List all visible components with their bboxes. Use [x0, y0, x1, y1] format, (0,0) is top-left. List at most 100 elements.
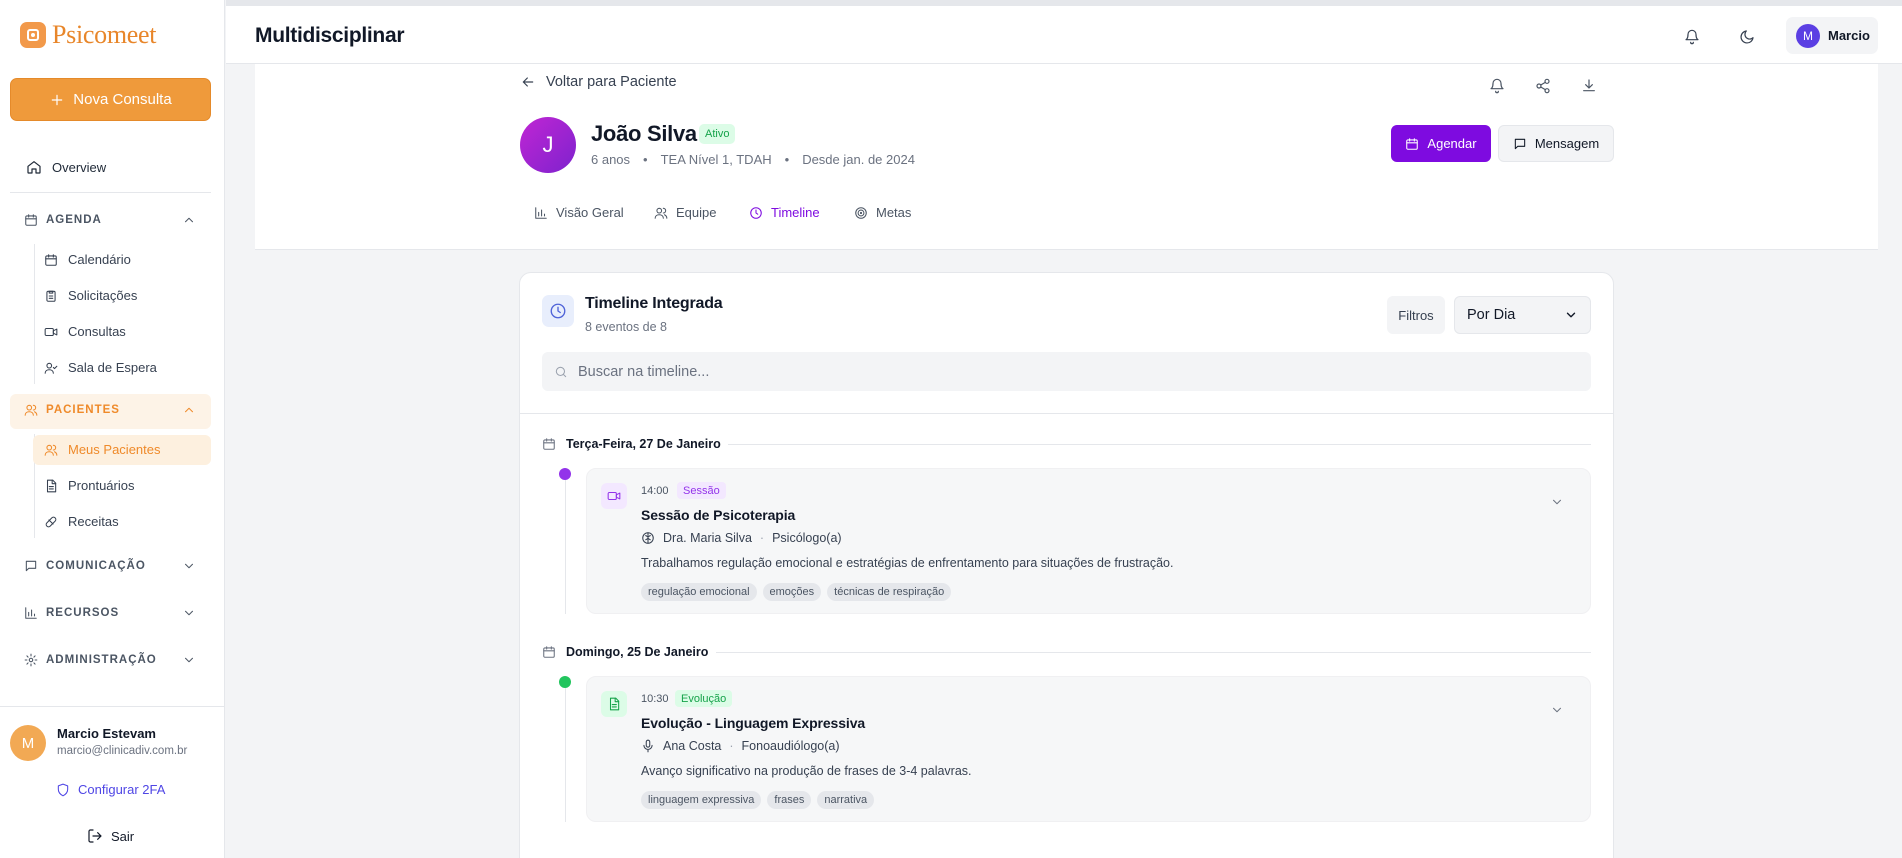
sidebar-item-calendario[interactable]: Calendário: [44, 252, 131, 267]
sidebar-item-sala-de-espera[interactable]: Sala de Espera: [44, 360, 157, 375]
share-icon: [1536, 78, 1550, 94]
timeline-event[interactable]: 10:30 Evolução Evolução - Linguagem Expr…: [586, 676, 1591, 822]
tab-timeline[interactable]: Timeline: [749, 205, 820, 220]
search-icon: [555, 366, 567, 377]
tab-label: Equipe: [676, 205, 717, 220]
gear-icon: [24, 653, 38, 667]
event-professional: Ana Costa · Fonoaudiólogo(a): [641, 739, 840, 753]
sidebar-item-label: Overview: [52, 159, 107, 175]
video-icon: [601, 483, 627, 509]
sidebar-item-label: Solicitações: [68, 288, 138, 303]
sidebar-item-prontuarios[interactable]: Prontuários: [44, 478, 134, 493]
day-header: Domingo, 25 De Janeiro: [542, 645, 708, 659]
clock-icon: [542, 295, 574, 327]
tab-label: Timeline: [771, 205, 820, 220]
message-button[interactable]: Mensagem: [1498, 125, 1614, 162]
sidebar-group-label: AGENDA: [46, 214, 102, 226]
event-type-badge: Sessão: [677, 482, 726, 499]
chevron-down-icon: [1552, 499, 1562, 505]
tab-equipe[interactable]: Equipe: [654, 205, 716, 220]
chevron-down-icon: [184, 563, 194, 569]
sidebar-item-meus-pacientes[interactable]: Meus Pacientes: [44, 442, 161, 457]
back-label: Voltar para Paciente: [546, 74, 677, 90]
configure-2fa-link[interactable]: Configurar 2FA: [56, 782, 165, 797]
tree-line: [34, 244, 35, 384]
patient-since: Desde jan. de 2024: [802, 152, 915, 167]
home-icon: [27, 161, 41, 174]
calendar-icon: [25, 214, 37, 226]
bell-icon: [1490, 78, 1504, 94]
sidebar-item-consultas[interactable]: Consultas: [44, 324, 126, 339]
day-header: Terça-Feira, 27 De Janeiro: [542, 437, 721, 451]
shield-icon: [57, 783, 69, 796]
sidebar-item-label: Consultas: [68, 324, 126, 339]
sidebar-group-administracao[interactable]: ADMINISTRAÇÃO: [24, 653, 196, 667]
meta-separator: ·: [759, 531, 765, 545]
notifications-button[interactable]: [1676, 21, 1708, 53]
chevron-up-icon: [184, 407, 194, 413]
tab-visao-geral[interactable]: Visão Geral: [534, 205, 624, 220]
sidebar-user: M Marcio Estevam marcio@clinicadiv.com.b…: [0, 706, 225, 858]
sidebar-group-recursos[interactable]: RECURSOS: [24, 606, 196, 620]
patient-diagnosis: TEA Nível 1, TDAH: [660, 152, 772, 167]
day-divider: [728, 444, 1591, 445]
logout-button[interactable]: Sair: [87, 828, 134, 844]
moon-icon: [1740, 30, 1754, 44]
calendar-icon: [1406, 137, 1419, 150]
tag: frases: [767, 791, 812, 809]
clipboard-icon: [46, 290, 56, 302]
search-input[interactable]: [578, 363, 1478, 380]
logo-text: Psicomeet: [52, 20, 157, 49]
bar-chart-icon: [25, 607, 37, 619]
user-email: marcio@clinicadiv.com.br: [57, 745, 188, 757]
tag: emoções: [762, 583, 822, 601]
event-time: 14:00: [641, 485, 669, 497]
user-menu-button[interactable]: M Marcio: [1786, 17, 1878, 54]
sidebar-group-agenda[interactable]: AGENDA: [24, 213, 196, 227]
event-time: 10:30: [641, 693, 669, 705]
patient-age: 6 anos: [591, 152, 631, 167]
sidebar-group-label: RECURSOS: [46, 607, 120, 619]
download-button[interactable]: [1575, 72, 1603, 100]
user-name: Marcio Estevam: [57, 726, 156, 741]
logo[interactable]: Psicomeet: [20, 20, 156, 50]
expand-event-button[interactable]: [1550, 703, 1564, 717]
schedule-button[interactable]: Agendar: [1391, 125, 1491, 162]
patient-meta: 6 anos • TEA Nível 1, TDAH • Desde jan. …: [591, 152, 915, 167]
share-button[interactable]: [1529, 72, 1557, 100]
schedule-label: Agendar: [1427, 136, 1477, 151]
sidebar-group-comunicacao[interactable]: COMUNICAÇÃO: [24, 559, 196, 573]
sidebar-item-solicitacoes[interactable]: Solicitações: [44, 288, 137, 303]
sidebar-item-overview[interactable]: Overview: [26, 159, 106, 175]
tab-label: Visão Geral: [556, 205, 624, 220]
timeline-search[interactable]: [542, 352, 1591, 391]
timeline-line: [565, 688, 566, 822]
filters-button[interactable]: Filtros: [1387, 296, 1445, 334]
new-consultation-button[interactable]: Nova Consulta: [10, 78, 211, 121]
sidebar-item-receitas[interactable]: Receitas: [44, 514, 119, 529]
avatar[interactable]: M: [10, 725, 46, 761]
back-to-patient-link[interactable]: Voltar para Paciente: [520, 74, 677, 90]
sidebar-group-pacientes[interactable]: PACIENTES: [24, 403, 196, 417]
patient-avatar: J: [520, 117, 576, 173]
sidebar-item-label: Sala de Espera: [68, 360, 157, 375]
message-icon: [25, 560, 37, 572]
theme-toggle-button[interactable]: [1731, 21, 1763, 53]
user-check-icon: [44, 362, 58, 374]
event-type-badge: Evolução: [675, 690, 733, 707]
tab-label: Metas: [876, 205, 912, 220]
brain-icon: [642, 532, 654, 544]
timeline-event[interactable]: 14:00 Sessão Sessão de Psicoterapia Dra.…: [586, 468, 1591, 614]
group-by-select[interactable]: Por Dia: [1454, 296, 1591, 334]
tag: linguagem expressiva: [641, 791, 762, 809]
timeline-dot: [559, 676, 571, 688]
tab-metas[interactable]: Metas: [854, 205, 911, 220]
patient-notify-button[interactable]: [1483, 72, 1511, 100]
calendar-icon: [543, 646, 555, 658]
arrow-left-icon: [522, 77, 534, 87]
sidebar-item-label: Prontuários: [68, 478, 135, 493]
event-tags: linguagem expressiva frases narrativa: [641, 791, 875, 809]
logo-mark-icon: [20, 22, 46, 48]
expand-event-button[interactable]: [1550, 495, 1564, 509]
timeline-line: [565, 480, 566, 614]
